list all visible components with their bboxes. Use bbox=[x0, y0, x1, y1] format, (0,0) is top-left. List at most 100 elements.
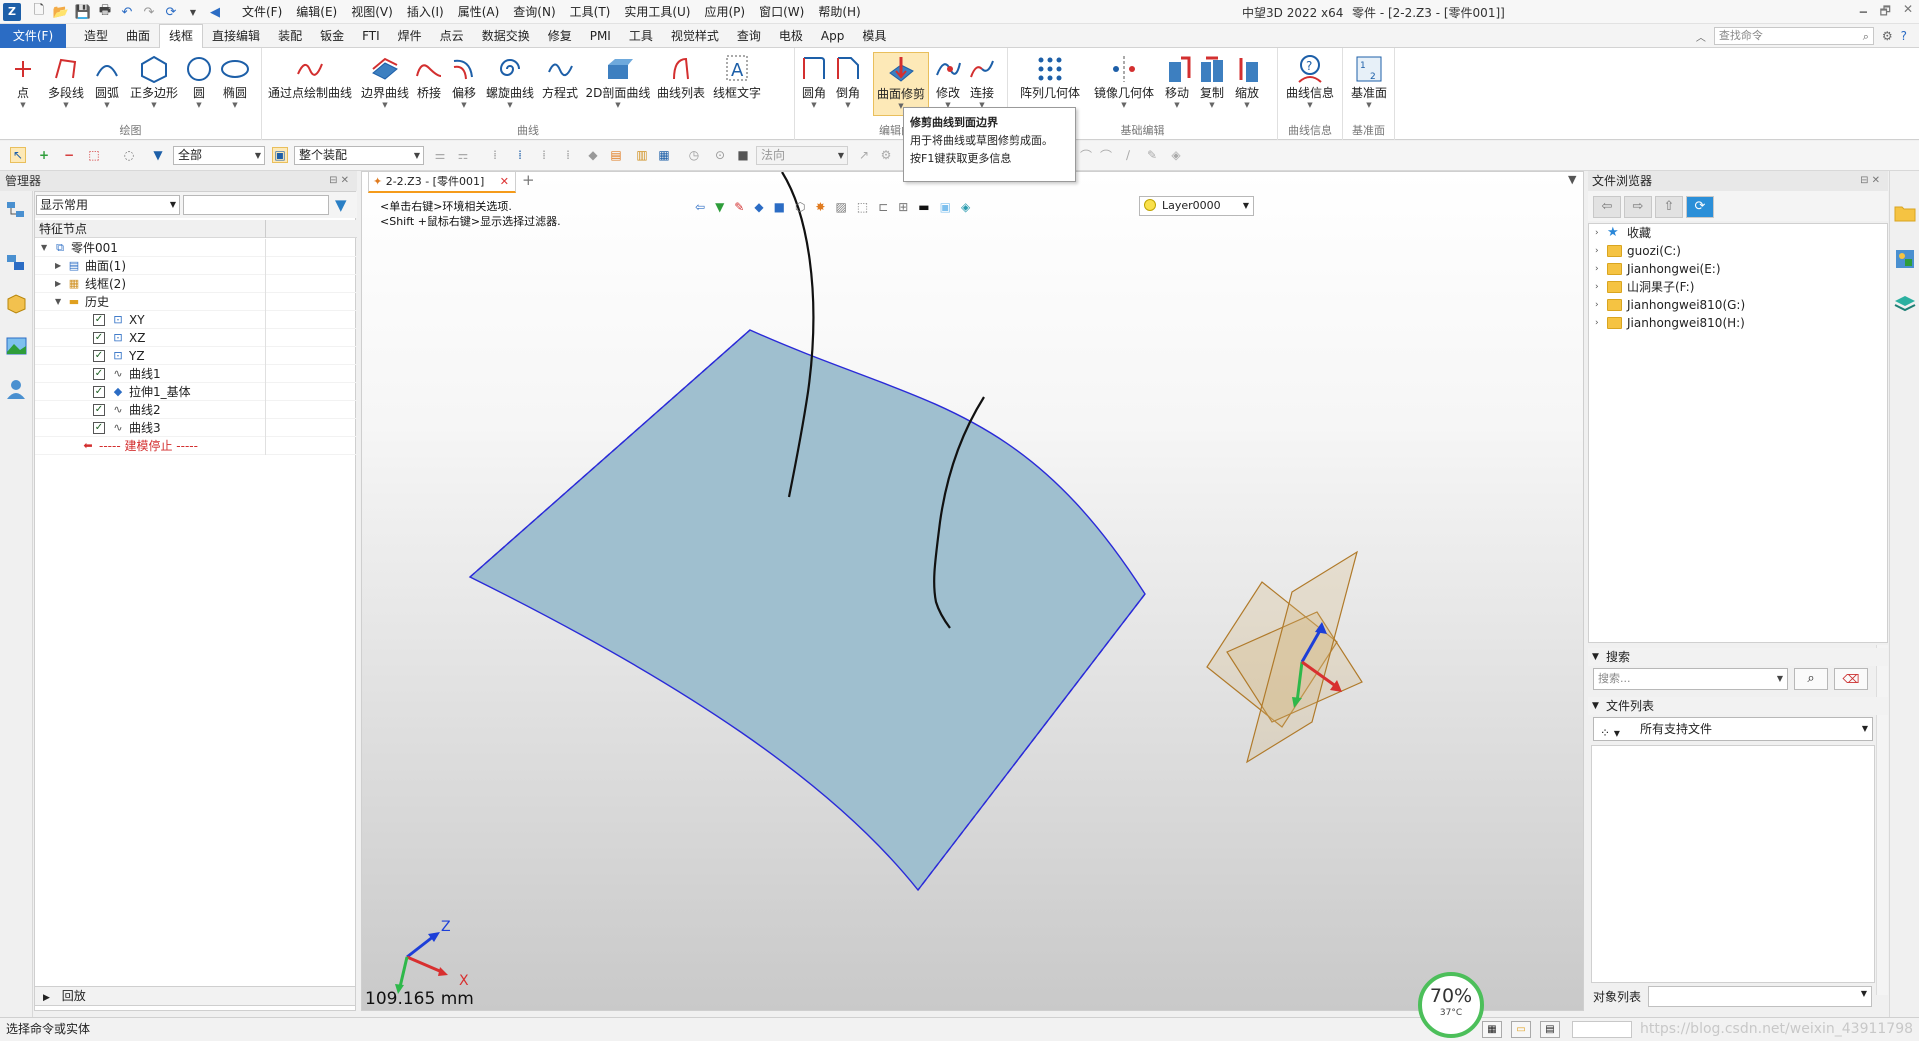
settings-gear-icon[interactable]: ⚙ bbox=[1882, 29, 1893, 43]
equation-button[interactable]: 方程式 bbox=[540, 52, 580, 116]
expand-down-icon[interactable]: ▼ bbox=[41, 239, 47, 257]
tree-node[interactable]: ✓ ⊡ XZ bbox=[35, 329, 357, 347]
layer-dropdown[interactable]: Layer0000 ▼ bbox=[1139, 196, 1254, 216]
tool-o-icon[interactable]: ⌒ bbox=[1078, 147, 1094, 163]
close-icon[interactable]: ✕ bbox=[1903, 2, 1913, 23]
tree-node[interactable]: ✓ ∿ 曲线3 bbox=[35, 419, 357, 437]
search-button[interactable]: ⌕ bbox=[1794, 668, 1828, 690]
tree-node[interactable]: ▶ ▤ 曲面(1) bbox=[35, 257, 357, 275]
arc-button[interactable]: 圆弧 ▼ bbox=[92, 52, 122, 116]
add-icon[interactable]: + bbox=[36, 147, 52, 163]
tab-fti[interactable]: FTI bbox=[353, 24, 389, 48]
tool-r-icon[interactable]: ✎ bbox=[1144, 147, 1160, 163]
save-icon[interactable]: 💾 bbox=[74, 3, 92, 21]
file-search-input[interactable]: 搜索... ▼ bbox=[1593, 668, 1788, 690]
tab-app[interactable]: App bbox=[812, 24, 853, 48]
menu-insert[interactable]: 插入(I) bbox=[400, 3, 451, 21]
tool-k-icon[interactable]: ◷ bbox=[686, 147, 702, 163]
3d-viewport[interactable]: Z X bbox=[361, 171, 1584, 1011]
refresh-icon[interactable]: ⟳ bbox=[162, 3, 180, 21]
tree-node[interactable]: ▶ ▦ 线框(2) bbox=[35, 275, 357, 293]
tab-electrode[interactable]: 电极 bbox=[770, 24, 812, 48]
menu-view[interactable]: 视图(V) bbox=[344, 3, 400, 21]
view-filter-icon[interactable]: ▼ bbox=[715, 200, 724, 214]
tab-point-cloud[interactable]: 点云 bbox=[431, 24, 473, 48]
file-browser-item[interactable]: › 山洞果子(F:) bbox=[1589, 278, 1887, 296]
file-browser-item[interactable]: › Jianhongwei810(G:) bbox=[1589, 296, 1887, 314]
status-layout-icon[interactable]: ▦ bbox=[1482, 1021, 1502, 1038]
filter-icon[interactable]: ▼ bbox=[150, 147, 166, 163]
view-frame-icon[interactable]: ⬚ bbox=[857, 200, 868, 214]
nav-forward-icon[interactable]: ⇨ bbox=[1624, 196, 1652, 218]
view-planes-icon[interactable]: ◈ bbox=[961, 200, 970, 214]
view-render-icon[interactable]: ✸ bbox=[815, 200, 825, 214]
back-arrow-icon[interactable]: ◀ bbox=[206, 3, 224, 21]
tool-h-icon[interactable]: ▤ bbox=[608, 147, 624, 163]
file-browser-item[interactable]: › guozi(C:) bbox=[1589, 242, 1887, 260]
visibility-checkbox[interactable]: ✓ bbox=[93, 332, 105, 344]
bridge-button[interactable]: 桥接 bbox=[414, 52, 444, 116]
collapse-triangle-icon[interactable]: ▼ bbox=[1592, 648, 1599, 666]
tab-pmi[interactable]: PMI bbox=[581, 24, 620, 48]
menu-query[interactable]: 查询(N) bbox=[506, 3, 562, 21]
qat-dropdown-icon[interactable]: ▼ bbox=[184, 3, 202, 21]
tool-j-icon[interactable]: ▦ bbox=[656, 147, 672, 163]
expand-down-icon[interactable]: ▼ bbox=[55, 293, 61, 311]
filter-funnel-icon[interactable]: ▼ bbox=[335, 196, 347, 214]
tree-node[interactable]: ✓ ⊡ XY bbox=[35, 311, 357, 329]
folder-icon[interactable] bbox=[1893, 201, 1917, 225]
document-tab[interactable]: ✦ 2-2.Z3 - [零件001] ✕ bbox=[368, 171, 516, 193]
view-bg-icon[interactable]: ▣ bbox=[940, 200, 951, 214]
tree-node[interactable]: ✓ ⊡ YZ bbox=[35, 347, 357, 365]
help-icon[interactable]: ? bbox=[1901, 29, 1907, 43]
clear-search-button[interactable]: ⌫ bbox=[1834, 668, 1868, 690]
curve-info-button[interactable]: ? 曲线信息 ▼ bbox=[1284, 52, 1336, 116]
circle-button[interactable]: 圆 ▼ bbox=[184, 52, 214, 116]
tab-sheet-metal[interactable]: 钣金 bbox=[311, 24, 353, 48]
tab-weldment[interactable]: 焊件 bbox=[389, 24, 431, 48]
status-screen-icon[interactable]: ▭ bbox=[1511, 1021, 1531, 1038]
tool-d-icon[interactable]: ⁞ bbox=[512, 147, 528, 163]
tool-g-icon[interactable]: ◆ bbox=[585, 147, 601, 163]
view-pen-icon[interactable]: ✎ bbox=[734, 200, 744, 214]
model-canvas[interactable] bbox=[362, 172, 1584, 1011]
minimize-icon[interactable]: 🗕 bbox=[1859, 2, 1868, 23]
search-icon[interactable]: ⌕ bbox=[1863, 29, 1869, 45]
expand-right-icon[interactable]: › bbox=[1595, 224, 1599, 242]
tab-assembly[interactable]: 装配 bbox=[269, 24, 311, 48]
file-browser-item[interactable]: › Jianhongwei810(H:) bbox=[1589, 314, 1887, 332]
view-display-icon[interactable]: ▨ bbox=[835, 200, 846, 214]
menu-edit[interactable]: 编辑(E) bbox=[289, 3, 344, 21]
file-tab[interactable]: 文件(F) bbox=[0, 24, 66, 48]
section-2d-button[interactable]: 2D剖面曲线 ▼ bbox=[584, 52, 652, 116]
pin-icon[interactable]: ⊟ ✕ bbox=[329, 171, 349, 191]
expand-right-icon[interactable]: ▶ bbox=[55, 275, 61, 293]
nav-up-icon[interactable]: ⇧ bbox=[1655, 196, 1683, 218]
new-tab-icon[interactable]: + bbox=[522, 171, 535, 189]
polygon-button[interactable]: 正多边形 ▼ bbox=[128, 52, 180, 116]
file-type-dropdown[interactable]: ⁘ ▾ 所有支持文件 ▼ bbox=[1593, 717, 1873, 741]
menu-attribute[interactable]: 属性(A) bbox=[451, 3, 507, 21]
palette-icon[interactable] bbox=[1893, 247, 1917, 271]
view-layer-icon[interactable]: ⊞ bbox=[898, 200, 908, 214]
status-panel-icon[interactable]: ▤ bbox=[1540, 1021, 1560, 1038]
tree-node[interactable]: ▼ ▬ 历史 bbox=[35, 293, 357, 311]
visibility-checkbox[interactable]: ✓ bbox=[93, 422, 105, 434]
view-color-icon[interactable]: ▬ bbox=[918, 200, 929, 214]
view-orient-icon[interactable]: ⬡ bbox=[795, 200, 805, 214]
copy-button[interactable]: 复制 ▼ bbox=[1197, 52, 1227, 116]
datum-plane-button[interactable]: 12 基准面 ▼ bbox=[1349, 52, 1389, 116]
display-filter-dropdown[interactable]: 显示常用 ▼ bbox=[36, 195, 180, 215]
stop-icon[interactable]: ■ bbox=[735, 147, 751, 163]
tool-f-icon[interactable]: ⁞ bbox=[560, 147, 576, 163]
nav-refresh-icon[interactable]: ⟳ bbox=[1686, 196, 1714, 218]
view-cube-icon[interactable]: ◆ bbox=[754, 200, 763, 214]
nav-back-icon[interactable]: ⇦ bbox=[1593, 196, 1621, 218]
tab-modeling[interactable]: 造型 bbox=[75, 24, 117, 48]
redo-icon[interactable]: ↷ bbox=[140, 3, 158, 21]
tab-data-exchange[interactable]: 数据交换 bbox=[473, 24, 539, 48]
menu-file[interactable]: 文件(F) bbox=[235, 3, 289, 21]
playback-section[interactable]: ▶ 回放 bbox=[34, 986, 356, 1006]
box-select-icon[interactable]: ⬚ bbox=[86, 147, 102, 163]
menu-tools[interactable]: 工具(T) bbox=[563, 3, 618, 21]
